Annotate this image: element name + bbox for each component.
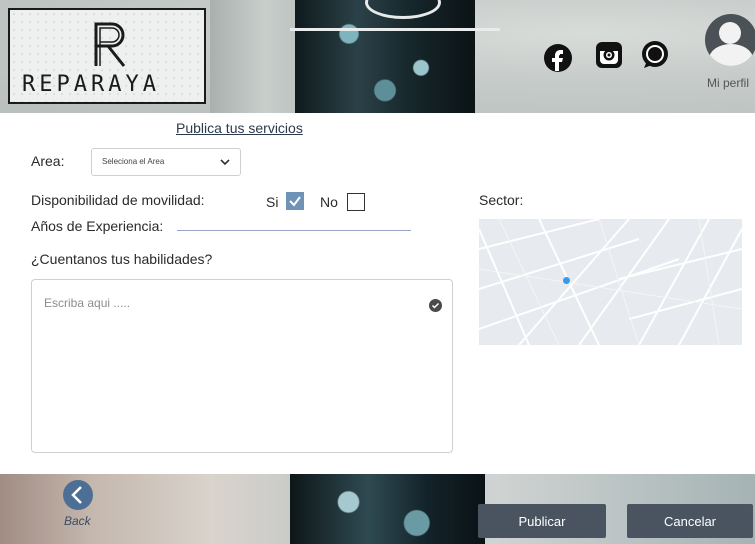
- no-label: No: [320, 194, 338, 210]
- grammar-check-icon[interactable]: [429, 299, 442, 312]
- instagram-icon[interactable]: [594, 40, 624, 70]
- mobility-label: Disponibilidad de movilidad:: [31, 192, 205, 208]
- area-select-value: Seleciona el Area: [102, 157, 165, 166]
- logo-r-icon: [94, 22, 126, 67]
- yes-checkbox[interactable]: [286, 192, 304, 210]
- sector-map[interactable]: [479, 219, 742, 345]
- footer-photo: [290, 474, 485, 544]
- sector-label: Sector:: [479, 192, 524, 208]
- header-photo-wire: [290, 28, 500, 31]
- skills-label: ¿Cuentanos tus habilidades?: [31, 251, 213, 267]
- area-label: Area:: [31, 153, 65, 169]
- no-checkbox[interactable]: [347, 193, 365, 211]
- map-streets: [479, 219, 742, 345]
- profile-link[interactable]: Mi perfil: [707, 76, 749, 90]
- avatar[interactable]: [705, 14, 755, 66]
- avatar-head: [719, 22, 741, 44]
- logo[interactable]: REPARAYA: [8, 8, 206, 104]
- avatar-body: [709, 44, 753, 66]
- page-title: Publica tus servicios: [176, 120, 303, 136]
- area-select[interactable]: Seleciona el Area: [91, 148, 241, 176]
- chevron-left-icon: [71, 486, 82, 504]
- cancel-button[interactable]: Cancelar: [627, 504, 753, 538]
- skills-textarea[interactable]: Escriba aqui .....: [31, 279, 453, 453]
- experience-input[interactable]: [177, 230, 411, 231]
- whatsapp-icon[interactable]: [640, 40, 670, 70]
- logo-text: REPARAYA: [22, 72, 160, 97]
- experience-label: Años de Experiencia:: [31, 218, 164, 234]
- back-button[interactable]: [63, 480, 93, 510]
- chevron-down-icon: [220, 159, 230, 166]
- header-banner: REPARAYA Mi perfil: [0, 0, 755, 113]
- map-pin: [563, 277, 570, 284]
- check-icon: [289, 196, 301, 207]
- header-background: [210, 0, 300, 113]
- skills-placeholder: Escriba aqui .....: [44, 296, 131, 310]
- facebook-icon[interactable]: [543, 43, 573, 73]
- back-label[interactable]: Back: [64, 514, 91, 528]
- publish-button[interactable]: Publicar: [478, 504, 606, 538]
- yes-label: Si: [266, 194, 279, 210]
